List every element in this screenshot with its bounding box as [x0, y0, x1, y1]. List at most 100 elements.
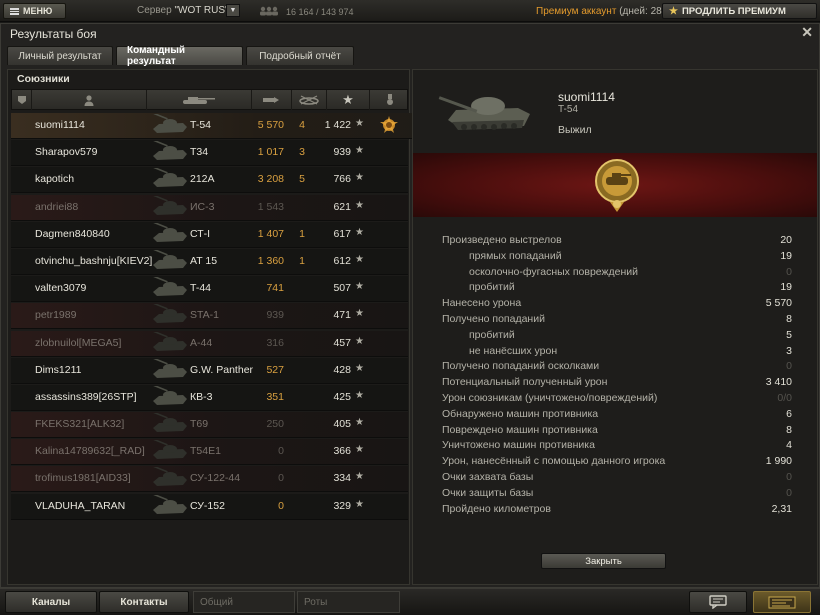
table-row[interactable]: petr1989 STA-1 939 471 ★	[11, 303, 408, 330]
star-icon: ★	[355, 253, 364, 265]
tab-personal[interactable]: Личный результат	[7, 46, 113, 65]
xp-value: 405	[333, 418, 351, 431]
notifications-icon	[768, 596, 796, 609]
detail-player-name: suomi1114	[558, 90, 615, 104]
close-icon[interactable]: ✕	[801, 24, 813, 41]
tank-icon	[150, 168, 187, 188]
premium-star-icon: ★	[669, 5, 678, 17]
star-icon: ★	[355, 308, 364, 320]
tab-team[interactable]: Командный результат	[116, 45, 243, 67]
stat-value: 5 570	[765, 297, 792, 310]
tank-name: T69	[190, 418, 209, 431]
star-icon: ★	[355, 199, 364, 211]
player-name: otvinchu_bashnju[KIEV2]	[35, 254, 153, 267]
stat-row: пробитий 5	[442, 329, 792, 345]
table-row[interactable]: trofimus1981[AID33] СУ-122-44 0 334 ★	[11, 466, 408, 493]
stat-row: Потенциальный полученный урон 3 410	[442, 376, 792, 392]
xp-value: 507	[333, 282, 351, 295]
table-row[interactable]: otvinchu_bashnju[KIEV2] AT 15 1 360 1 612 ★	[11, 248, 408, 275]
star-icon: ★	[355, 172, 364, 184]
player-name: Kalina14789632[_RAD]	[35, 445, 145, 458]
damage-column-icon[interactable]	[252, 90, 292, 110]
table-row[interactable]: Dagmen840840 СТ-I 1 407 1 617 ★	[11, 221, 408, 248]
server-value: "WOT RUS"	[174, 5, 229, 16]
player-name: assassins389[26STP]	[35, 390, 137, 403]
player-detail-panel: suomi1114 T-54 Выжил Произведено выстрел…	[412, 69, 818, 585]
kills-value: 3	[299, 146, 305, 159]
companies-channel-field[interactable]: Роты	[297, 591, 400, 613]
chat-button[interactable]	[689, 591, 747, 613]
team-table-header: ★	[11, 89, 408, 110]
player-name: valten3079	[35, 282, 87, 295]
notifications-button[interactable]	[753, 591, 811, 613]
stat-label: пробитий	[469, 328, 515, 341]
tank-icon	[150, 222, 187, 242]
star-icon: ★	[355, 281, 364, 293]
general-channel-field[interactable]: Общий	[193, 591, 295, 613]
star-icon: ★	[355, 118, 364, 129]
players-online-icon	[258, 6, 280, 16]
tank-icon	[150, 141, 187, 161]
stat-value: 2,31	[771, 502, 792, 515]
medal-column-icon[interactable]	[370, 90, 409, 110]
stat-label: Повреждено машин противника	[442, 423, 598, 436]
menu-icon	[10, 7, 19, 15]
stat-value: 0	[786, 265, 792, 278]
player-name: FKEKS321[ALK32]	[35, 418, 125, 431]
players-online-count: 16 164 / 143 974	[286, 7, 354, 17]
table-row[interactable]: Dims1211 G.W. Panther 527 428 ★	[11, 357, 408, 384]
stat-value: 3	[786, 344, 792, 357]
stat-row: Получено попаданий осколками 0	[442, 360, 792, 376]
tank-column-icon[interactable]	[147, 90, 252, 110]
stat-label: пробитий	[469, 281, 515, 294]
stat-label: Обнаружено машин противника	[442, 407, 599, 420]
table-row[interactable]: VLADUHA_TARAN СУ-152 0 329 ★	[11, 493, 408, 520]
player-icon[interactable]	[32, 90, 147, 110]
extend-premium-button[interactable]: ★ ПРОДЛИТЬ ПРЕМИУМ	[662, 3, 817, 19]
table-row[interactable]: Sharapov579 T34 1 017 3 939 ★	[11, 140, 408, 167]
xp-value: 766	[333, 173, 351, 186]
table-row[interactable]: valten3079 T-44 741 507 ★	[11, 276, 408, 303]
table-row[interactable]: zlobnuilol[MEGA5] A-44 316 457 ★	[11, 330, 408, 357]
server-info: Сервер "WOT RUS"	[137, 5, 229, 16]
tank-name: СТ-I	[190, 227, 211, 240]
menu-button[interactable]: МЕНЮ	[3, 3, 66, 19]
contacts-button[interactable]: Контакты	[99, 591, 189, 613]
tank-icon	[150, 385, 187, 405]
kills-column-icon[interactable]	[292, 90, 327, 110]
stat-label: не нанёсших урон	[469, 344, 558, 357]
star-icon: ★	[355, 145, 364, 157]
tank-icon	[150, 195, 187, 215]
tank-icon	[150, 494, 187, 514]
team-table-body: suomi1114 T-54 5 570 4 1 422 ★ Sharapov579 T34 1…	[11, 113, 421, 521]
damage-value: 1 017	[257, 146, 284, 159]
tank-name: СУ-152	[190, 499, 225, 512]
close-button[interactable]: Закрыть	[541, 553, 666, 569]
star-icon: ★	[355, 362, 364, 374]
table-row[interactable]: andriei88 ИС-3 1 543 621 ★	[11, 194, 408, 221]
server-dropdown-button[interactable]: ▼	[226, 4, 240, 17]
stat-label: Нанесено урона	[442, 297, 522, 310]
tank-name: STA-1	[190, 309, 219, 322]
tank-image	[438, 96, 530, 130]
table-row[interactable]: suomi1114 T-54 5 570 4 1 422 ★	[11, 113, 421, 139]
tab-detailed[interactable]: Подробный отчёт	[246, 46, 354, 65]
player-name: kapotich	[35, 173, 75, 186]
damage-value: 939	[266, 309, 284, 322]
stat-label: Уничтожено машин противника	[442, 439, 595, 452]
table-row[interactable]: FKEKS321[ALK32] T69 250 405 ★	[11, 412, 408, 439]
damage-value: 741	[266, 282, 284, 295]
results-tabs: Личный результат Командный результат Под…	[7, 45, 354, 67]
stat-label: осколочно-фугасных повреждений	[469, 265, 639, 278]
server-label: Сервер	[137, 5, 172, 16]
squad-icon[interactable]	[12, 90, 32, 110]
damage-value: 316	[266, 336, 284, 349]
xp-column-icon[interactable]: ★	[327, 90, 370, 110]
xp-value: 471	[333, 309, 351, 322]
table-row[interactable]: kapotich 212A 3 208 5 766 ★	[11, 167, 408, 194]
tank-icon	[150, 440, 187, 460]
stat-row: прямых попаданий 19	[442, 250, 792, 266]
table-row[interactable]: Kalina14789632[_RAD] T54E1 0 366 ★	[11, 439, 408, 466]
table-row[interactable]: assassins389[26STP] КВ-3 351 425 ★	[11, 384, 408, 411]
channels-button[interactable]: Каналы	[5, 591, 97, 613]
